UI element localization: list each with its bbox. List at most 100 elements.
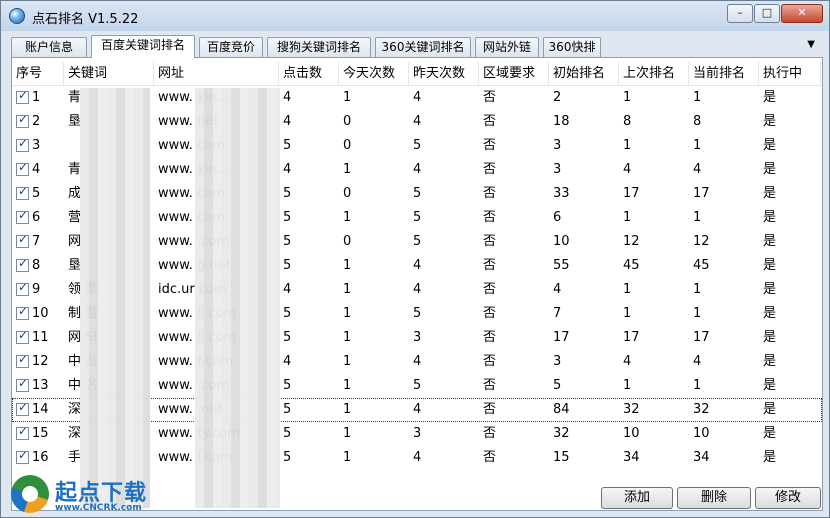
col-header-initial-rank[interactable]: 初始排名 (549, 62, 619, 86)
yesterday-count-cell: 4 (413, 162, 422, 177)
row-checkbox[interactable] (16, 328, 29, 344)
running-cell: 是 (763, 354, 777, 369)
close-button[interactable]: ✕ (781, 4, 823, 23)
today-count-cell: 1 (343, 402, 352, 417)
last-rank-cell: 1 (623, 90, 632, 105)
row-checkbox[interactable] (16, 304, 29, 320)
col-header-current-rank[interactable]: 当前排名 (689, 62, 759, 86)
clicks-cell: 5 (283, 258, 292, 273)
yesterday-count-cell: 5 (413, 138, 422, 153)
row-number: 1 (32, 90, 41, 105)
col-header-url[interactable]: 网址 (154, 62, 279, 86)
row-checkbox[interactable] (16, 88, 29, 104)
keyword-cell: 青 (68, 90, 82, 105)
initial-rank-cell: 17 (553, 330, 570, 345)
row-checkbox[interactable] (16, 208, 29, 224)
initial-rank-cell: 2 (553, 90, 562, 105)
today-count-cell: 1 (343, 90, 352, 105)
row-checkbox[interactable] (16, 136, 29, 152)
window-title: 点石排名 V1.5.22 (32, 12, 139, 27)
tab-baidu-keyword-ranking[interactable]: 百度关键词排名 (91, 35, 195, 58)
app-window: 点石排名 V1.5.22 – □ ✕ 账户信息 百度关键词排名 百度竞价 搜狗关… (0, 0, 830, 518)
watermark-url: www.CNCRK.com (55, 503, 142, 513)
row-checkbox[interactable] (16, 352, 29, 368)
col-header-keyword[interactable]: 关键词 (64, 62, 154, 86)
row-checkbox[interactable] (16, 448, 29, 464)
today-count-cell: 1 (343, 210, 352, 225)
col-header-today-count[interactable]: 今天次数 (339, 62, 409, 86)
running-cell: 是 (763, 282, 777, 297)
last-rank-cell: 4 (623, 354, 632, 369)
delete-button[interactable]: 删除 (677, 487, 751, 509)
row-checkbox[interactable] (16, 376, 29, 392)
tab-list-dropdown-icon[interactable]: ▼ (807, 39, 815, 50)
tab-account-info[interactable]: 账户信息 (11, 37, 87, 57)
row-number: 7 (32, 234, 41, 249)
today-count-cell: 1 (343, 306, 352, 321)
url-redaction-mask (195, 88, 280, 508)
row-checkbox[interactable] (16, 232, 29, 248)
current-rank-cell: 4 (693, 162, 702, 177)
running-cell: 是 (763, 426, 777, 441)
initial-rank-cell: 10 (553, 234, 570, 249)
keyword-cell: 成 (68, 186, 82, 201)
running-cell: 是 (763, 90, 777, 105)
today-count-cell: 1 (343, 450, 352, 465)
region-cell: 否 (483, 90, 497, 105)
row-checkbox[interactable] (16, 424, 29, 440)
add-button[interactable]: 添加 (601, 487, 673, 509)
title-bar[interactable]: 点石排名 V1.5.22 – □ ✕ (1, 1, 829, 31)
initial-rank-cell: 18 (553, 114, 570, 129)
last-rank-cell: 8 (623, 114, 632, 129)
tab-360-keyword-ranking[interactable]: 360关键词排名 (375, 37, 471, 57)
tab-baidu-bidding[interactable]: 百度竞价 (199, 37, 263, 57)
row-number: 9 (32, 282, 41, 297)
row-number: 8 (32, 258, 41, 273)
minimize-button[interactable]: – (727, 4, 753, 23)
initial-rank-cell: 32 (553, 426, 570, 441)
row-checkbox[interactable] (16, 160, 29, 176)
clicks-cell: 5 (283, 306, 292, 321)
row-number: 13 (32, 378, 49, 393)
keyword-cell (64, 134, 68, 158)
last-rank-cell: 10 (623, 426, 640, 441)
region-cell: 否 (483, 306, 497, 321)
tab-360-quick-rank[interactable]: 360快排 (543, 37, 601, 57)
last-rank-cell: 45 (623, 258, 640, 273)
watermark-logo-icon (11, 475, 49, 513)
edit-button[interactable]: 修改 (755, 487, 821, 509)
maximize-button[interactable]: □ (754, 4, 780, 23)
last-rank-cell: 12 (623, 234, 640, 249)
current-rank-cell: 17 (693, 186, 710, 201)
today-count-cell: 1 (343, 162, 352, 177)
row-checkbox[interactable] (16, 112, 29, 128)
yesterday-count-cell: 4 (413, 114, 422, 129)
col-header-region[interactable]: 区域要求 (479, 62, 549, 86)
last-rank-cell: 17 (623, 330, 640, 345)
row-checkbox[interactable] (16, 184, 29, 200)
row-checkbox[interactable] (16, 256, 29, 272)
row-number: 10 (32, 306, 49, 321)
running-cell: 是 (763, 378, 777, 393)
col-header-last-rank[interactable]: 上次排名 (619, 62, 689, 86)
col-header-yesterday-count[interactable]: 昨天次数 (409, 62, 479, 86)
yesterday-count-cell: 5 (413, 210, 422, 225)
current-rank-cell: 32 (693, 402, 710, 417)
current-rank-cell: 10 (693, 426, 710, 441)
today-count-cell: 0 (343, 186, 352, 201)
tab-sogou-keyword-ranking[interactable]: 搜狗关键词排名 (267, 37, 371, 57)
row-checkbox[interactable] (16, 400, 29, 416)
region-cell: 否 (483, 162, 497, 177)
last-rank-cell: 17 (623, 186, 640, 201)
row-checkbox[interactable] (16, 280, 29, 296)
yesterday-count-cell: 5 (413, 306, 422, 321)
clicks-cell: 4 (283, 354, 292, 369)
row-number: 2 (32, 114, 41, 129)
yesterday-count-cell: 5 (413, 378, 422, 393)
col-header-no[interactable]: 序号 (12, 62, 64, 86)
clicks-cell: 5 (283, 330, 292, 345)
tab-site-backlinks[interactable]: 网站外链 (475, 37, 539, 57)
col-header-clicks[interactable]: 点击数 (279, 62, 339, 86)
keyword-cell: 垦 (68, 258, 82, 273)
col-header-running[interactable]: 执行中 (759, 62, 821, 86)
